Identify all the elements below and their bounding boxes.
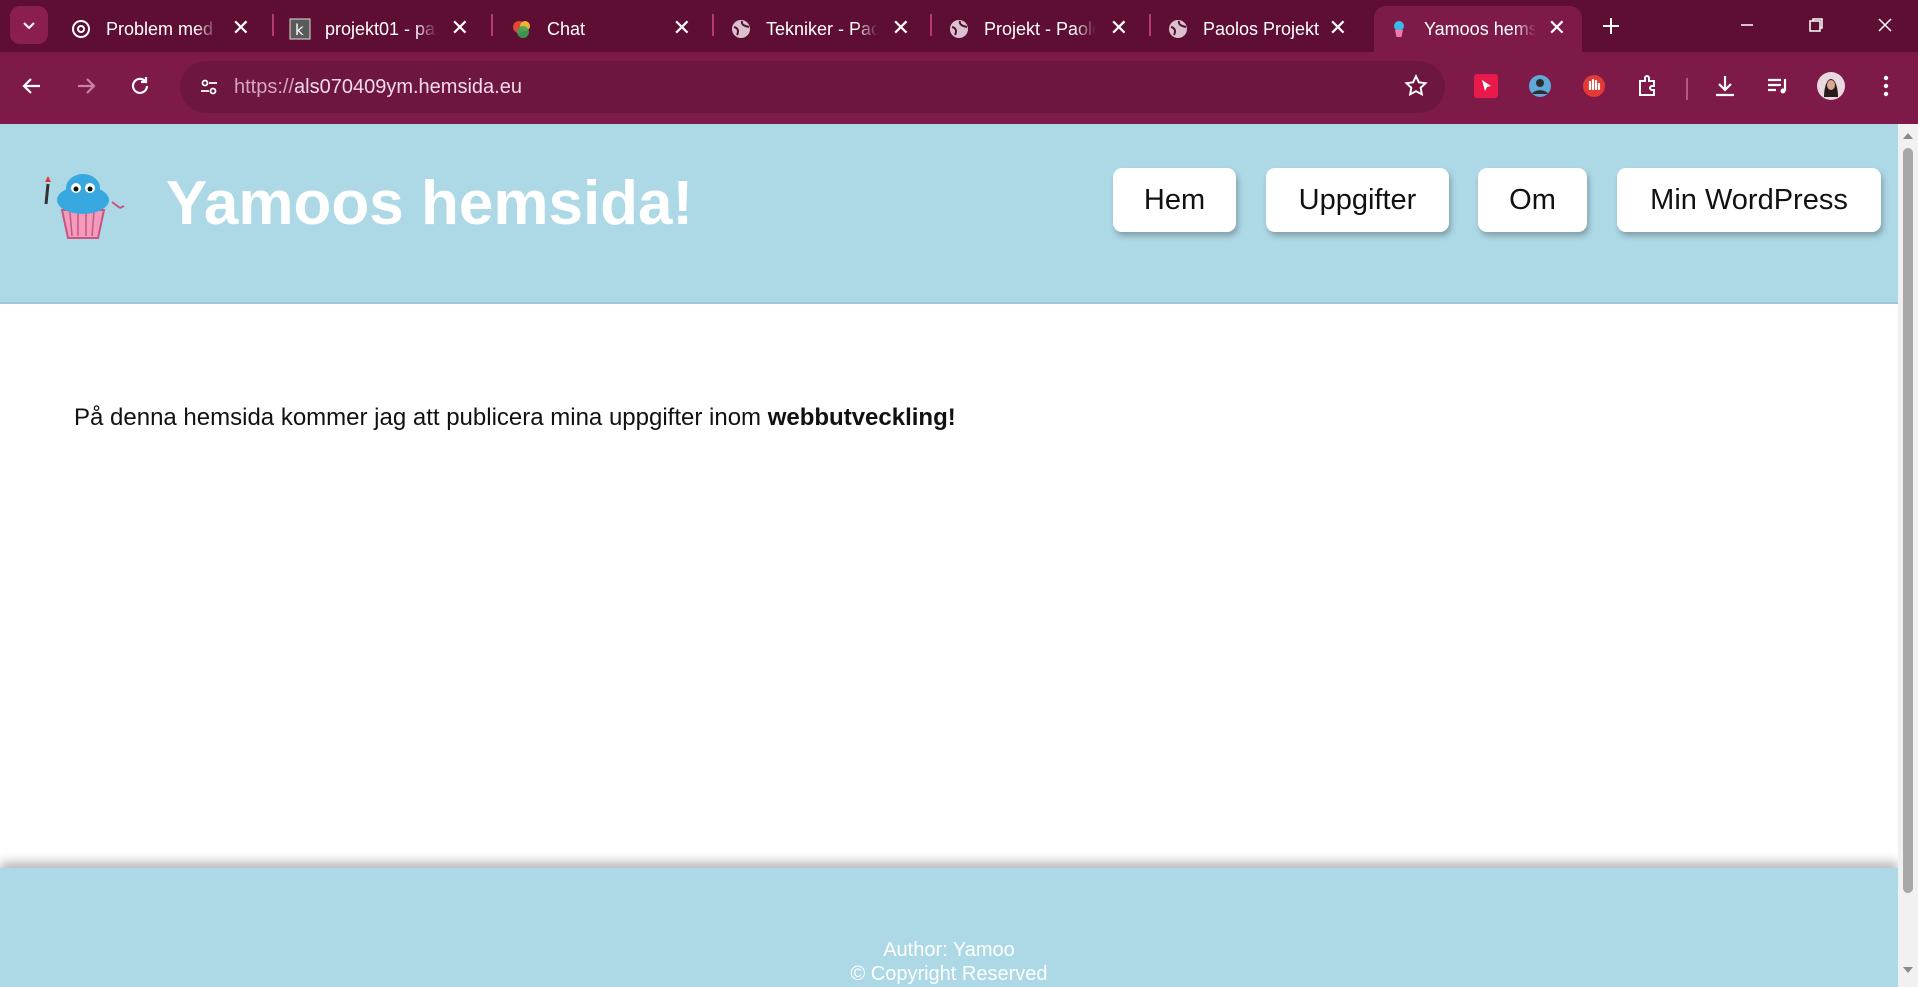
intro-bold: webbutveckling! — [767, 404, 956, 431]
extensions-button[interactable] — [1632, 70, 1664, 102]
tab-title: Problem med — [106, 18, 214, 39]
url-text: https://als070409ym.hemsida.eu — [234, 76, 522, 99]
cupcake-icon — [1388, 18, 1410, 40]
forward-button[interactable] — [66, 66, 106, 106]
browser-tab[interactable]: Tekniker - Pao ✕ — [716, 6, 926, 52]
nav-om[interactable]: Om — [1478, 168, 1587, 232]
plus-icon — [1603, 18, 1619, 34]
cursor-extension-icon — [1474, 74, 1498, 98]
star-icon — [1404, 74, 1428, 97]
footer-author: Author: Yamoo — [883, 939, 1015, 961]
tab-separator — [712, 14, 714, 36]
footer-copyright: © Copyright Reserved — [850, 963, 1048, 985]
profile-button[interactable] — [1815, 70, 1847, 102]
k-icon: k — [289, 18, 311, 40]
intro-paragraph: På denna hemsida kommer jag att publicer… — [74, 404, 956, 432]
restore-button[interactable] — [1781, 0, 1851, 50]
chat-icon — [511, 18, 533, 40]
close-icon[interactable]: ✕ — [451, 17, 469, 39]
minimize-icon — [1741, 24, 1753, 26]
site-footer: Author: Yamoo © Copyright Reserved — [0, 868, 1898, 987]
browser-tab[interactable]: Problem med ✕ — [56, 6, 266, 52]
tab-separator — [1149, 14, 1151, 36]
site-title: Yamoos hemsida! — [166, 169, 694, 238]
globe-icon — [948, 18, 970, 40]
extension-button[interactable] — [1578, 70, 1610, 102]
tab-title: Paolos Projekt — [1203, 18, 1320, 39]
nav-min-wordpress[interactable]: Min WordPress — [1617, 168, 1881, 232]
more-vert-icon — [1883, 75, 1889, 97]
cupcake-logo — [40, 166, 126, 242]
tab-separator — [491, 14, 493, 36]
openai-icon — [70, 18, 92, 40]
intro-text: På denna hemsida kommer jag att publicer… — [74, 404, 768, 431]
extension-button[interactable] — [1524, 70, 1556, 102]
site-info-button[interactable] — [192, 70, 226, 104]
tab-search-button[interactable] — [10, 6, 48, 44]
tune-icon — [201, 79, 217, 95]
browser-toolbar: https://als070409ym.hemsida.eu — [0, 52, 1918, 124]
close-icon[interactable]: ✕ — [232, 17, 250, 39]
media-controls-button[interactable] — [1762, 70, 1794, 102]
tab-title: Tekniker - Pao — [766, 18, 878, 39]
close-window-button[interactable] — [1850, 0, 1918, 50]
chevron-down-icon — [23, 22, 35, 30]
bookmark-button[interactable] — [1403, 73, 1429, 104]
toolbar-separator — [1686, 78, 1688, 100]
new-tab-button[interactable] — [1594, 9, 1628, 43]
nav-hem[interactable]: Hem — [1113, 168, 1236, 232]
playlist-icon — [1768, 78, 1787, 94]
avatar — [1817, 72, 1845, 100]
browser-tab[interactable]: Chat ✕ — [497, 6, 707, 52]
restore-icon — [1809, 18, 1823, 32]
hand-stop-icon — [1583, 75, 1605, 97]
globe-icon — [730, 18, 752, 40]
page-scrollbar[interactable] — [1898, 124, 1918, 987]
close-icon[interactable]: ✕ — [892, 17, 910, 39]
tab-title: projekt01 - pa — [325, 18, 436, 39]
person-extension-icon — [1529, 75, 1551, 97]
reload-icon — [131, 77, 149, 94]
scrollbar-thumb[interactable] — [1903, 148, 1913, 893]
close-icon[interactable]: ✕ — [1548, 17, 1566, 39]
url-host: als070409ym.hemsida.eu — [294, 76, 522, 98]
close-icon[interactable]: ✕ — [673, 17, 691, 39]
globe-icon — [1167, 18, 1189, 40]
download-icon — [1716, 76, 1734, 97]
tab-title: Projekt - Paolo — [984, 18, 1096, 39]
site-header: Yamoos hemsida! Hem Uppgifter Om Min Wor… — [0, 124, 1898, 304]
browser-tab[interactable]: Paolos Projekt ✕ — [1153, 6, 1363, 52]
tab-separator — [272, 14, 274, 36]
puzzle-icon — [1639, 75, 1655, 96]
url-protocol: https:// — [234, 76, 295, 98]
close-icon — [1878, 18, 1892, 32]
scroll-up-icon[interactable] — [1902, 130, 1914, 142]
minimize-button[interactable] — [1712, 0, 1782, 50]
tab-title: Yamoos hemsida! — [1424, 18, 1536, 39]
svg-text:k: k — [295, 21, 304, 39]
browser-tab[interactable]: Projekt - Paolo ✕ — [934, 6, 1144, 52]
tab-title: Chat — [547, 18, 586, 39]
back-button[interactable] — [12, 66, 52, 106]
address-bar[interactable]: https://als070409ym.hemsida.eu — [180, 61, 1445, 113]
arrow-right-icon — [78, 78, 96, 94]
downloads-button[interactable] — [1709, 70, 1741, 102]
scroll-down-icon[interactable] — [1902, 964, 1914, 976]
browser-tab[interactable]: k projekt01 - pa ✕ — [275, 6, 485, 52]
browser-tab-bar: Problem med ✕ k projekt01 - pa ✕ Chat ✕ … — [0, 0, 1918, 52]
extension-button[interactable] — [1470, 70, 1502, 102]
nav-uppgifter[interactable]: Uppgifter — [1266, 168, 1449, 232]
close-icon[interactable]: ✕ — [1329, 17, 1347, 39]
close-icon[interactable]: ✕ — [1110, 17, 1128, 39]
web-page: Yamoos hemsida! Hem Uppgifter Om Min Wor… — [0, 124, 1898, 987]
arrow-left-icon — [22, 78, 40, 94]
reload-button[interactable] — [120, 66, 160, 106]
menu-button[interactable] — [1870, 70, 1902, 102]
browser-tab-active[interactable]: Yamoos hemsida! ✕ — [1374, 6, 1582, 52]
tab-separator — [930, 14, 932, 36]
